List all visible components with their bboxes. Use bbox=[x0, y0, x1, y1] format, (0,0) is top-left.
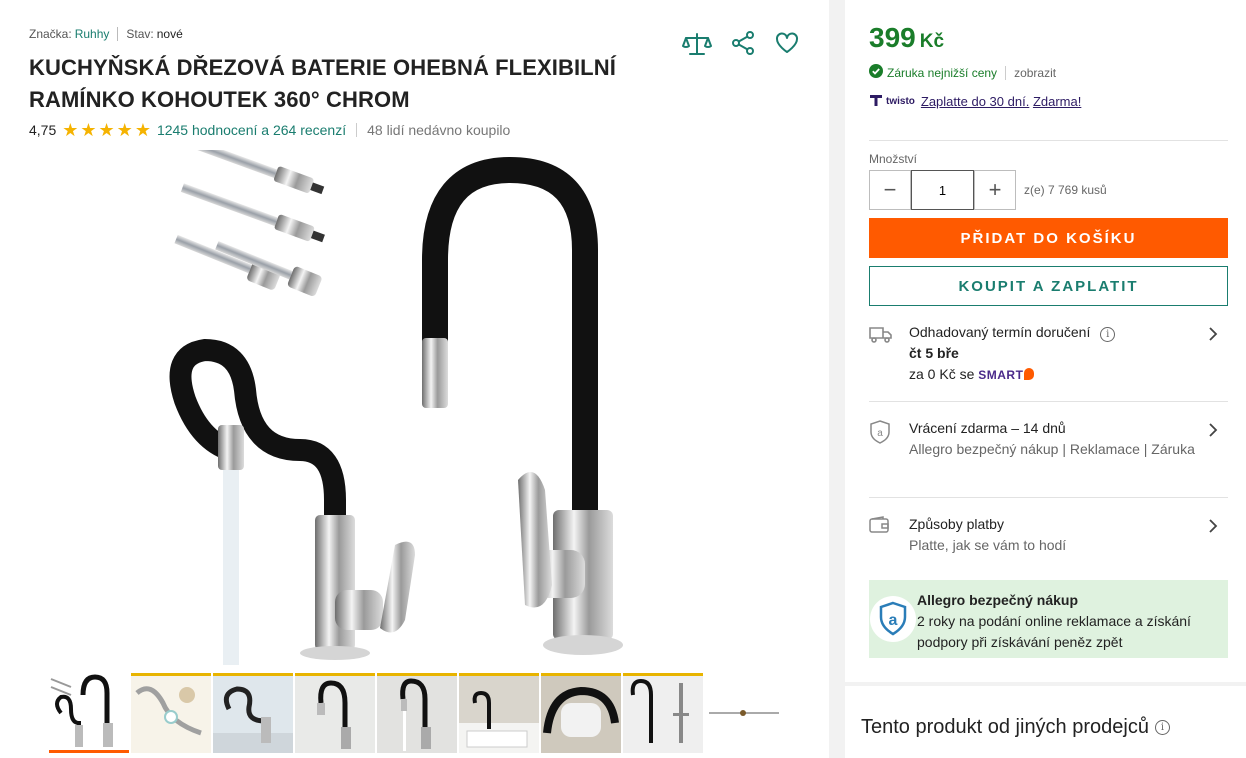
condition-value: nové bbox=[156, 27, 183, 41]
stock-count: z(e) 7 769 kusů bbox=[1024, 183, 1107, 197]
twisto-free-link[interactable]: Zdarma! bbox=[1033, 94, 1081, 109]
returns-label: Vrácení zdarma – 14 dnů bbox=[909, 420, 1066, 436]
other-sellers-section: Tento produkt od jiných prodejců i bbox=[845, 686, 1246, 758]
minus-icon: − bbox=[883, 177, 897, 202]
safe-text: 2 roky na podání online reklamace a získ… bbox=[917, 613, 1191, 650]
guarantee-show-link[interactable]: zobrazit bbox=[1014, 66, 1056, 80]
safe-shield-icon: a bbox=[869, 580, 917, 658]
payment-label: Způsoby platby bbox=[909, 516, 1004, 532]
star-icon: ★ bbox=[98, 120, 115, 140]
other-sellers-title: Tento produkt od jiných prodejců bbox=[861, 716, 1149, 738]
guarantee-text: Záruka nejnižší ceny bbox=[887, 65, 998, 80]
returns-sub: Allegro bezpečný nákup | Reklamace | Zár… bbox=[909, 441, 1195, 457]
rating-score: 4,75 bbox=[29, 122, 57, 138]
thumbnail-4[interactable] bbox=[295, 673, 375, 753]
chevron-right-icon bbox=[1208, 322, 1228, 386]
smart-logo: SMART bbox=[978, 368, 1024, 382]
star-icon: ★ bbox=[62, 120, 79, 140]
add-to-cart-button[interactable]: PŘIDAT DO KOŠÍKU bbox=[869, 218, 1228, 258]
product-panel: Značka: Ruhhy Stav: nové KUCHYŇSKÁ DŘEZO… bbox=[0, 0, 829, 758]
main-product-image[interactable] bbox=[160, 150, 657, 665]
thumbnail-2[interactable] bbox=[131, 673, 211, 753]
thumbnail-3[interactable] bbox=[213, 673, 293, 753]
price-guarantee: Záruka nejnižší ceny zobrazit bbox=[869, 64, 1056, 81]
divider bbox=[869, 401, 1228, 402]
twisto-promo: twisto Zaplatte do 30 dní. Zdarma! bbox=[869, 93, 1081, 110]
thumbnail-1[interactable] bbox=[49, 673, 129, 753]
payment-row[interactable]: Způsoby platby Platte, jak se vám to hod… bbox=[869, 514, 1228, 556]
thumbnail-7[interactable] bbox=[541, 673, 621, 753]
twisto-pay-later-link[interactable]: Zaplatte do 30 dní. bbox=[921, 94, 1029, 109]
divider bbox=[1005, 65, 1007, 80]
safe-purchase-box: a Allegro bezpečný nákup 2 roky na podán… bbox=[869, 580, 1228, 658]
recent-buyers: 48 lidí nedávno koupilo bbox=[367, 122, 511, 138]
delivery-price: za 0 Kč se bbox=[909, 366, 975, 382]
product-meta: Značka: Ruhhy Stav: nové bbox=[29, 27, 183, 41]
quantity-stepper: − + z(e) 7 769 kusů bbox=[869, 170, 1107, 210]
smart-pin-icon bbox=[1024, 368, 1035, 380]
plus-icon: + bbox=[988, 177, 1002, 202]
svg-text:a: a bbox=[877, 428, 883, 439]
info-icon[interactable]: i bbox=[1100, 327, 1116, 342]
increase-button[interactable]: + bbox=[974, 170, 1016, 210]
brand-link[interactable]: Ruhhy bbox=[75, 27, 110, 41]
truck-icon bbox=[869, 322, 909, 386]
returns-row[interactable]: a Vrácení zdarma – 14 dnů Allegro bezpeč… bbox=[869, 418, 1228, 460]
info-icon[interactable]: i bbox=[1154, 720, 1170, 735]
check-badge-icon bbox=[869, 64, 883, 81]
svg-text:a: a bbox=[889, 612, 898, 629]
star-icon: ★ bbox=[134, 120, 151, 140]
twisto-logo-icon bbox=[869, 93, 883, 110]
brand-label: Značka: bbox=[29, 27, 72, 41]
divider bbox=[117, 27, 119, 41]
quantity-input[interactable] bbox=[911, 170, 974, 210]
thumbnail-6[interactable] bbox=[459, 673, 539, 753]
twisto-name: twisto bbox=[886, 96, 915, 107]
price-amount: 399 bbox=[869, 22, 916, 53]
divider bbox=[869, 497, 1228, 498]
rating-stars: ★ ★ ★ ★ ★ bbox=[62, 121, 151, 139]
safe-title: Allegro bezpečný nákup bbox=[917, 592, 1079, 608]
thumbnail-strip bbox=[49, 673, 785, 753]
chevron-right-icon bbox=[1208, 514, 1228, 556]
delivery-row[interactable]: Odhadovaný termín doručení i čt 5 bře za… bbox=[869, 322, 1228, 386]
decrease-button[interactable]: − bbox=[869, 170, 911, 210]
divider bbox=[869, 140, 1228, 141]
reviews-link[interactable]: 1245 hodnocení a 264 recenzí bbox=[157, 122, 346, 138]
condition-label: Stav: bbox=[126, 27, 154, 41]
star-icon: ★ bbox=[80, 120, 97, 140]
buy-now-button[interactable]: KOUPIT A ZAPLATIT bbox=[869, 266, 1228, 306]
compare-scales-icon[interactable] bbox=[682, 30, 712, 58]
share-icon[interactable] bbox=[730, 30, 756, 58]
product-title: KUCHYŇSKÁ DŘEZOVÁ BATERIE OHEBNÁ FLEXIBI… bbox=[29, 55, 616, 112]
thumbnail-partial[interactable] bbox=[705, 673, 785, 753]
heart-icon[interactable] bbox=[774, 30, 800, 58]
shield-a-icon: a bbox=[869, 418, 909, 460]
thumbnail-8[interactable] bbox=[623, 673, 703, 753]
thumbnail-5[interactable] bbox=[377, 673, 457, 753]
delivery-label: Odhadovaný termín doručení bbox=[909, 324, 1091, 340]
price: 399 Kč bbox=[869, 22, 944, 54]
chevron-right-icon bbox=[1208, 418, 1228, 460]
rating-row: 4,75 ★ ★ ★ ★ ★ 1245 hodnocení a 264 rece… bbox=[29, 121, 510, 139]
offer-panel: 399 Kč Záruka nejnižší ceny zobrazit twis… bbox=[845, 0, 1246, 682]
delivery-date: čt 5 bře bbox=[909, 345, 959, 361]
quantity-label: Množství bbox=[869, 152, 918, 166]
product-actions bbox=[682, 30, 800, 58]
price-currency: Kč bbox=[919, 31, 945, 52]
divider bbox=[356, 123, 358, 137]
payment-sub: Platte, jak se vám to hodí bbox=[909, 537, 1067, 553]
star-icon: ★ bbox=[116, 120, 133, 140]
wallet-icon bbox=[869, 514, 909, 556]
